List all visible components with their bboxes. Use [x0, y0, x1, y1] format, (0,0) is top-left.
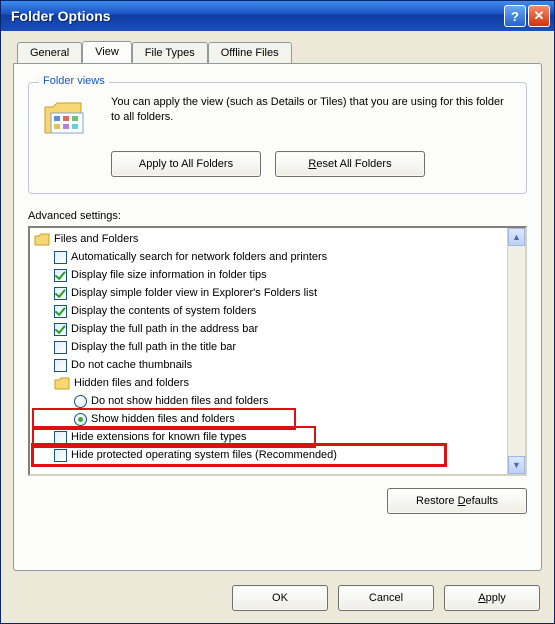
- node-label: Automatically search for network folders…: [71, 248, 327, 266]
- node-files-and-folders[interactable]: Files and Folders: [34, 230, 505, 248]
- node-label: Hidden files and folders: [74, 374, 189, 392]
- node-hide-ext[interactable]: Hide extensions for known file types: [34, 428, 314, 446]
- checkbox-checked[interactable]: [54, 323, 67, 336]
- node-simple-view[interactable]: Display simple folder view in Explorer's…: [34, 284, 505, 302]
- reset-all-folders-label: Reset All Folders: [308, 158, 391, 170]
- node-hidden-yes[interactable]: Show hidden files and folders: [34, 410, 294, 428]
- node-sys-folders[interactable]: Display the contents of system folders: [34, 302, 505, 320]
- node-file-size[interactable]: Display file size information in folder …: [34, 266, 505, 284]
- node-label: Files and Folders: [54, 230, 138, 248]
- scrollbar-vertical[interactable]: ▲ ▼: [507, 228, 525, 474]
- folder-views-group: Folder views: [28, 82, 527, 194]
- checkbox-unchecked[interactable]: [54, 251, 67, 264]
- titlebar-buttons: ? ✕: [504, 5, 550, 27]
- tree-content: Files and Folders Automatically search f…: [30, 228, 507, 474]
- apply-to-all-folders-label: Apply to All Folders: [139, 158, 233, 170]
- help-button[interactable]: ?: [504, 5, 526, 27]
- restore-defaults-button[interactable]: Restore Defaults: [387, 488, 527, 514]
- checkbox-checked[interactable]: [54, 269, 67, 282]
- reset-all-folders-button[interactable]: Reset All Folders: [275, 151, 425, 177]
- window-title: Folder Options: [11, 8, 111, 24]
- scroll-down-button[interactable]: ▼: [508, 456, 525, 474]
- cancel-label: Cancel: [369, 592, 403, 604]
- node-label: Do not cache thumbnails: [71, 356, 192, 374]
- node-label: Hide extensions for known file types: [71, 428, 246, 446]
- node-auto-search[interactable]: Automatically search for network folders…: [34, 248, 505, 266]
- tabstrip: General View File Types Offline Files: [17, 41, 542, 63]
- folder-icon: [34, 232, 50, 246]
- tab-view[interactable]: View: [82, 41, 132, 63]
- node-label: Do not show hidden files and folders: [91, 392, 268, 410]
- titlebar: Folder Options ? ✕: [1, 1, 554, 31]
- tab-general[interactable]: General: [17, 42, 82, 64]
- node-label: Display the full path in the address bar: [71, 320, 258, 338]
- node-label: Show hidden files and folders: [91, 410, 235, 428]
- node-hide-os[interactable]: Hide protected operating system files (R…: [34, 446, 444, 464]
- folder-views-legend: Folder views: [39, 75, 109, 87]
- restore-defaults-label: Restore Defaults: [416, 495, 498, 507]
- node-label: Display the contents of system folders: [71, 302, 256, 320]
- node-no-thumbs[interactable]: Do not cache thumbnails: [34, 356, 505, 374]
- apply-label: Apply: [478, 592, 506, 604]
- scroll-track[interactable]: [508, 246, 525, 456]
- radio-selected[interactable]: [74, 413, 87, 426]
- node-label: Display the full path in the title bar: [71, 338, 236, 356]
- node-label: Display simple folder view in Explorer's…: [71, 284, 317, 302]
- ok-button[interactable]: OK: [232, 585, 328, 611]
- dialog-body: General View File Types Offline Files Fo…: [1, 31, 554, 623]
- node-addr-bar[interactable]: Display the full path in the address bar: [34, 320, 505, 338]
- node-hidden-no[interactable]: Do not show hidden files and folders: [34, 392, 505, 410]
- tab-offline-files[interactable]: Offline Files: [208, 42, 292, 64]
- radio-unselected[interactable]: [74, 395, 87, 408]
- close-button[interactable]: ✕: [528, 5, 550, 27]
- checkbox-unchecked[interactable]: [54, 341, 67, 354]
- ok-label: OK: [272, 592, 288, 604]
- cancel-button[interactable]: Cancel: [338, 585, 434, 611]
- tab-panel-view: Folder views: [13, 63, 542, 571]
- tab-file-types[interactable]: File Types: [132, 42, 208, 64]
- advanced-settings-label: Advanced settings:: [28, 210, 527, 222]
- apply-button[interactable]: Apply: [444, 585, 540, 611]
- folder-views-description: You can apply the view (such as Details …: [111, 95, 514, 126]
- scroll-up-button[interactable]: ▲: [508, 228, 525, 246]
- dialog-buttons: OK Cancel Apply: [232, 585, 540, 611]
- folder-icon: [54, 376, 70, 390]
- checkbox-unchecked[interactable]: [54, 431, 67, 444]
- folder-options-dialog: Folder Options ? ✕ General View File Typ…: [0, 0, 555, 624]
- checkbox-checked[interactable]: [54, 305, 67, 318]
- advanced-settings-tree[interactable]: Files and Folders Automatically search f…: [28, 226, 527, 476]
- node-title-bar[interactable]: Display the full path in the title bar: [34, 338, 505, 356]
- apply-to-all-folders-button[interactable]: Apply to All Folders: [111, 151, 261, 177]
- folder-views-icon: [41, 95, 97, 141]
- node-label: Display file size information in folder …: [71, 266, 267, 284]
- checkbox-unchecked[interactable]: [54, 359, 67, 372]
- node-hidden-group[interactable]: Hidden files and folders: [34, 374, 505, 392]
- node-label: Hide protected operating system files (R…: [71, 446, 337, 464]
- checkbox-unchecked[interactable]: [54, 449, 67, 462]
- checkbox-checked[interactable]: [54, 287, 67, 300]
